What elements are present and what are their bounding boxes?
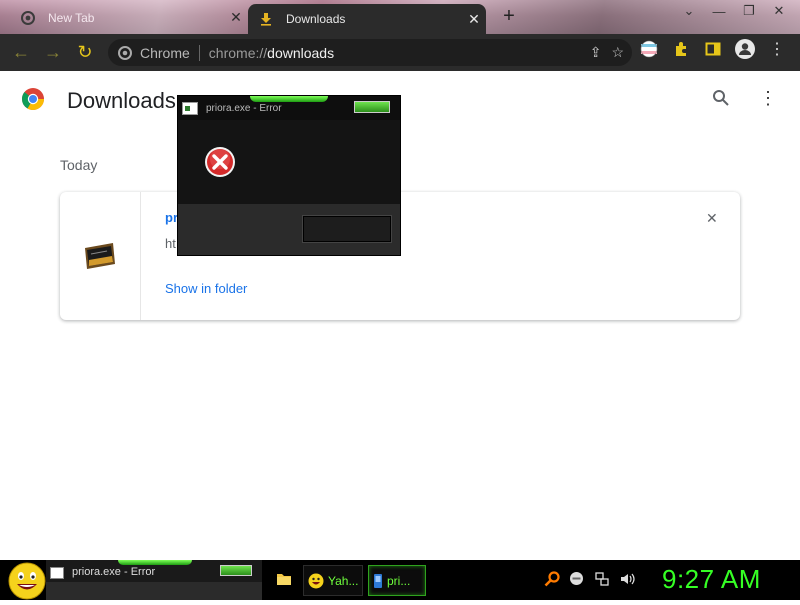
dialog-titlebar[interactable]: priora.exe - Error [178,96,400,120]
omnibox-separator [198,44,200,61]
chrome-logo-icon [21,87,45,116]
preview-accent [118,560,192,565]
url-path: downloads [267,44,335,61]
bookmark-star-icon[interactable]: ☆ [611,44,624,61]
url-scheme: chrome:// [208,44,268,61]
download-source-url: ht [165,236,176,251]
profile-avatar-icon[interactable] [734,38,756,60]
extensions-area: ⋮ [638,38,788,60]
dialog-app-icon [182,102,198,115]
download-favicon-icon [258,11,274,27]
extensions-puzzle-icon[interactable] [670,38,692,60]
search-icon[interactable] [712,89,730,112]
tab-search-chevron-icon[interactable]: ⌄ [674,2,704,20]
error-dialog: priora.exe - Error [177,95,401,256]
address-bar[interactable]: Chrome chrome:// downloads ⇪ ☆ [108,39,632,66]
tab-downloads[interactable]: Downloads ✕ [248,4,486,34]
dialog-title: priora.exe - Error [206,103,282,114]
tab-strip: New Tab ✕ Downloads ✕ + ⌄ — ❐ ✕ [0,0,800,34]
app-icon [373,573,383,589]
new-tab-button[interactable]: + [498,6,520,28]
forward-arrow-icon[interactable]: → [38,38,68,68]
dialog-footer [178,204,400,255]
page-title: Downloads [67,88,176,113]
tab-close-icon[interactable]: ✕ [462,11,486,28]
show-in-folder-link[interactable]: Show in folder [165,281,247,296]
file-icon-column [60,192,141,320]
date-group-label: Today [60,157,98,173]
preview-body [46,582,262,600]
network-icon[interactable] [593,570,610,587]
search-magnifier-icon[interactable] [543,570,560,587]
dialog-ok-button[interactable] [302,215,392,243]
reload-icon[interactable]: ↻ [70,38,100,68]
window-controls: ⌄ — ❐ ✕ [674,2,794,20]
exe-file-icon [83,242,117,275]
status-indicator-icon[interactable] [568,570,585,587]
preview-app-icon [50,567,64,579]
share-icon[interactable]: ⇪ [590,44,602,61]
close-window-icon[interactable]: ✕ [764,2,794,20]
tab-new-tab[interactable]: New Tab ✕ [10,4,248,31]
restore-icon[interactable]: ❐ [734,2,764,20]
preview-title: priora.exe - Error [72,566,156,578]
tab-label: Downloads [286,12,346,26]
error-icon [204,146,236,183]
browser-menu-icon[interactable]: ⋮ [766,38,788,60]
omnibox-actions: ⇪ ☆ [590,39,624,66]
flag-extension-icon[interactable] [638,38,660,60]
taskbar-button-yahoo[interactable]: Yah... [303,565,363,596]
browser-toolbar: ← → ↻ Chrome chrome:// downloads ⇪ ☆ ⋮ [0,34,800,71]
taskbar-button-priora[interactable]: pri... [368,565,426,596]
remove-download-icon[interactable]: ✕ [706,210,718,227]
minimize-icon[interactable]: — [704,2,734,20]
more-actions-icon[interactable]: ⋮ [759,89,777,107]
tab-close-icon[interactable]: ✕ [224,9,248,26]
dialog-close-button[interactable] [354,101,390,113]
taskbar-window-preview[interactable]: priora.exe - Error [46,560,262,600]
preview-close-button[interactable] [220,565,252,576]
taskbar-button-label: pri... [387,573,411,588]
volume-icon[interactable] [618,570,635,587]
chrome-badge-icon [118,45,132,60]
titlebar-accent [250,96,328,102]
taskbar-button-label: Yah... [328,573,359,588]
side-panel-icon[interactable] [702,38,724,60]
back-arrow-icon[interactable]: ← [6,38,36,68]
start-smiley-icon[interactable] [8,562,46,600]
tab-label: New Tab [48,10,95,25]
system-tray [543,570,635,587]
omnibox-chip: Chrome [140,44,190,61]
yahoo-smiley-icon [308,573,324,589]
folder-icon[interactable] [276,571,292,592]
taskbar-clock[interactable]: 9:27 AM [662,564,761,595]
chrome-favicon-icon [20,10,36,26]
